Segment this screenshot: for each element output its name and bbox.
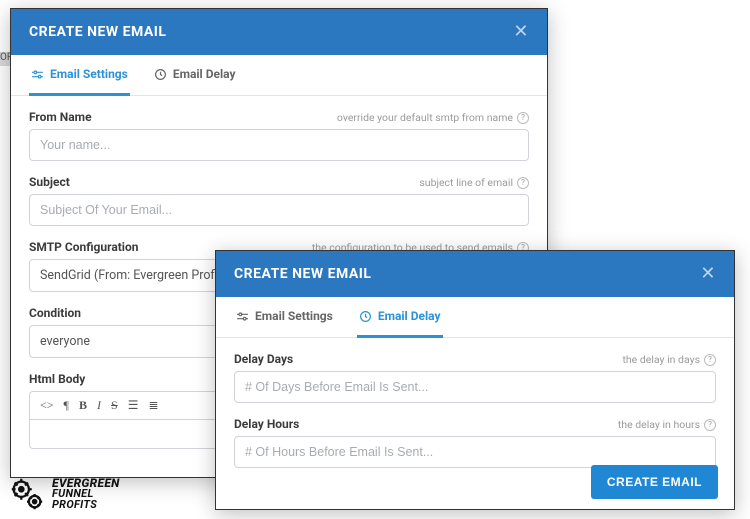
field-label: Subject (29, 175, 70, 189)
modal-title: CREATE NEW EMAIL (234, 266, 371, 282)
field-label: Delay Days (234, 352, 293, 366)
sliders-icon (236, 310, 249, 323)
tab-email-settings[interactable]: Email Settings (29, 55, 130, 96)
subject-input[interactable] (29, 194, 529, 226)
modal-title: CREATE NEW EMAIL (29, 24, 166, 40)
help-icon[interactable]: ? (704, 354, 716, 366)
tab-bar: Email Settings Email Delay (11, 55, 547, 96)
field-hint: override your default smtp from name? (337, 111, 529, 124)
clock-icon (154, 68, 167, 81)
field-delay-days: Delay Days the delay in days? (234, 352, 716, 403)
field-label: Html Body (29, 372, 85, 386)
rte-ol-icon[interactable]: ≣ (148, 398, 158, 413)
rte-strike-icon[interactable]: S (111, 398, 118, 413)
sliders-icon (31, 68, 44, 81)
background-fragment: OF (0, 52, 10, 66)
brand-logo: EVERGREEN FUNNEL PROFITS (0, 469, 128, 519)
rte-paragraph-icon[interactable]: ¶ (64, 398, 69, 413)
delay-hours-input[interactable] (234, 436, 716, 468)
rte-italic-icon[interactable]: I (97, 398, 101, 413)
tab-label: Email Settings (50, 67, 128, 81)
rte-ul-icon[interactable]: ☰ (128, 398, 139, 413)
field-label: Delay Hours (234, 417, 299, 431)
tab-email-delay[interactable]: Email Delay (152, 55, 238, 96)
delay-days-input[interactable] (234, 371, 716, 403)
rte-code-icon[interactable]: <> (40, 398, 54, 413)
field-hint: the delay in days? (622, 353, 716, 366)
create-email-button[interactable]: CREATE EMAIL (591, 465, 718, 499)
close-icon[interactable]: ✕ (700, 265, 716, 283)
tab-label: Email Settings (255, 309, 333, 323)
close-icon[interactable]: ✕ (513, 23, 529, 41)
tab-label: Email Delay (173, 67, 236, 81)
help-icon[interactable]: ? (517, 177, 529, 189)
field-label: SMTP Configuration (29, 240, 138, 254)
brand-text: EVERGREEN FUNNEL PROFITS (52, 478, 120, 510)
gears-icon (8, 475, 46, 513)
modal-header: CREATE NEW EMAIL ✕ (216, 251, 734, 297)
field-hint: the delay in hours? (618, 418, 716, 431)
tab-email-settings[interactable]: Email Settings (234, 297, 335, 338)
create-email-modal-delay: CREATE NEW EMAIL ✕ Email Settings Email … (215, 250, 735, 510)
clock-icon (359, 310, 372, 323)
help-icon[interactable]: ? (517, 112, 529, 124)
modal-header: CREATE NEW EMAIL ✕ (11, 9, 547, 55)
tab-label: Email Delay (378, 309, 441, 323)
field-from-name: From Name override your default smtp fro… (29, 110, 529, 161)
field-delay-hours: Delay Hours the delay in hours? (234, 417, 716, 468)
from-name-input[interactable] (29, 129, 529, 161)
field-label: From Name (29, 110, 92, 124)
tab-email-delay[interactable]: Email Delay (357, 297, 443, 338)
rte-bold-icon[interactable]: B (79, 398, 87, 413)
tab-bar: Email Settings Email Delay (216, 297, 734, 338)
field-subject: Subject subject line of email? (29, 175, 529, 226)
field-label: Condition (29, 306, 81, 320)
help-icon[interactable]: ? (704, 419, 716, 431)
field-hint: subject line of email? (419, 176, 529, 189)
